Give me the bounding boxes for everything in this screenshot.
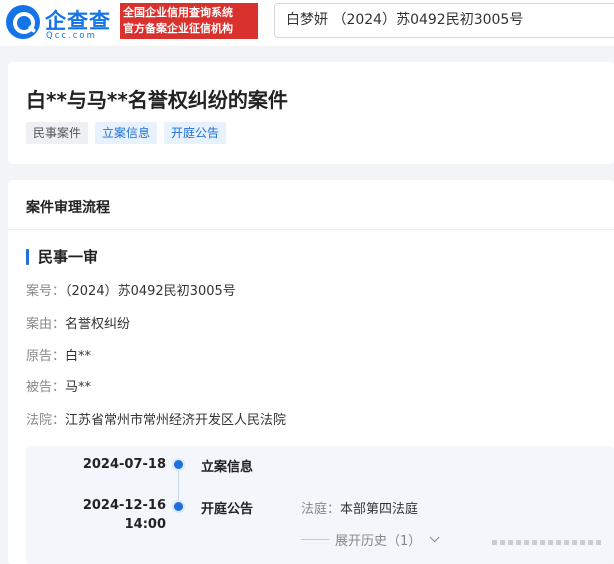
timeline-date: 2024-12-16 <box>82 498 166 513</box>
badge-line-2: 官方备案企业征信机构 <box>123 22 233 35</box>
hearing-court: 法庭：本部第四法庭 <box>301 498 418 517</box>
timeline-time: 14:00 <box>124 517 166 532</box>
timeline-dot-icon <box>172 458 185 471</box>
chevron-down-icon <box>429 532 440 543</box>
info-value: 名誉权纠纷 <box>65 317 131 332</box>
timeline-label: 立案信息 <box>201 460 254 475</box>
top-bar: 企查查 Qcc.com 全国企业信用查询系统 官方备案企业征信机构 白梦妍 （2… <box>0 0 614 46</box>
hearing-timeline: 2024-07-18 立案信息 2024-12-16 14:00 开庭公告 法庭… <box>26 446 614 564</box>
case-header-card: 白**与马**名誉权纠纷的案件 民事案件 立案信息 开庭公告 <box>8 62 614 164</box>
tag-filing-info[interactable]: 立案信息 <box>95 122 158 144</box>
certification-badge: 全国企业信用查询系统 官方备案企业征信机构 <box>120 3 258 39</box>
info-key: 法院： <box>26 413 66 428</box>
badge-line-1: 全国企业信用查询系统 <box>123 6 233 19</box>
tag-civil-case: 民事案件 <box>26 122 89 144</box>
expand-history-label: 展开历史（1） <box>335 534 422 549</box>
info-value[interactable]: 江苏省常州市常州经济开发区人民法院 <box>65 413 286 428</box>
info-case-number: 案号：（2024）苏0492民初3005号 <box>26 280 236 299</box>
case-process-card: 案件审理流程 民事一审 案号：（2024）苏0492民初3005号 案由：名誉权… <box>8 180 614 564</box>
section-title: 案件审理流程 <box>26 200 110 216</box>
expand-history-button[interactable]: 展开历史（1） <box>301 530 440 549</box>
dash-line <box>301 539 329 540</box>
stage-title: 民事一审 <box>26 247 98 267</box>
timeline-date: 2024-07-18 <box>82 457 166 472</box>
timeline-label: 开庭公告 <box>201 502 254 517</box>
info-value: 马** <box>65 380 92 395</box>
info-key: 案号： <box>26 284 66 299</box>
info-plaintiff: 原告：白** <box>26 345 91 364</box>
info-value: 白** <box>65 349 92 364</box>
logo-domain: Qcc.com <box>46 31 97 41</box>
magnifier-logo-icon <box>6 5 40 39</box>
info-court: 法院：江苏省常州市常州经济开发区人民法院 <box>26 409 286 428</box>
case-title: 白**与马**名誉权纠纷的案件 <box>26 88 288 112</box>
divider <box>8 229 614 230</box>
timeline-dot-icon <box>172 500 185 513</box>
info-cause: 案由：名誉权纠纷 <box>26 313 130 332</box>
court-key: 法庭： <box>301 502 341 517</box>
info-key: 案由： <box>26 317 66 332</box>
info-key: 原告： <box>26 349 66 364</box>
qcc-logo[interactable]: 企查查 Qcc.com <box>6 4 118 42</box>
info-defendant: 被告：马** <box>26 376 91 395</box>
tag-hearing-notice[interactable]: 开庭公告 <box>164 122 227 144</box>
search-input[interactable]: 白梦妍 （2024）苏0492民初3005号 <box>274 3 614 38</box>
watermark <box>492 540 601 545</box>
info-key: 被告： <box>26 380 66 395</box>
info-value: （2024）苏0492民初3005号 <box>65 284 236 299</box>
court-value: 本部第四法庭 <box>340 502 419 517</box>
case-tags: 民事案件 立案信息 开庭公告 <box>26 122 227 144</box>
